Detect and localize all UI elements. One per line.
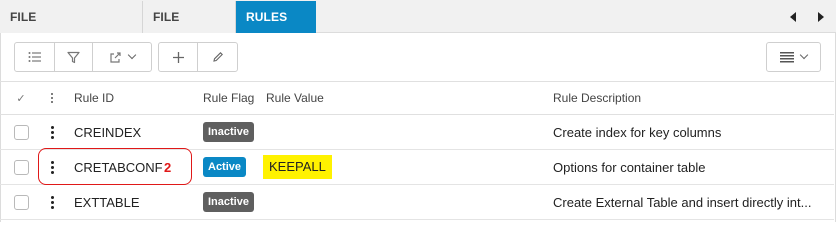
row-menu-icon[interactable] (44, 185, 60, 219)
rule-id: EXTTABLE (74, 194, 140, 210)
rule-flag-cell: Inactive (203, 115, 254, 149)
edit-rule-button[interactable] (198, 43, 237, 71)
row-menu-icon[interactable] (44, 115, 60, 149)
annotation-number: 2 (164, 160, 172, 175)
toolbar-view-group (766, 42, 821, 72)
rule-value: KEEPALL (263, 155, 332, 179)
chevron-left-icon[interactable] (790, 12, 796, 22)
rule-description-cell: Options for container table (553, 150, 831, 184)
filter-icon (67, 51, 80, 63)
list-icon (28, 52, 41, 62)
status-badge: Inactive (203, 192, 254, 212)
status-badge: Active (203, 157, 247, 177)
filter-button[interactable] (55, 43, 93, 71)
header-rule-flag[interactable]: Rule Flag (203, 82, 254, 114)
rule-description: Create index for key columns (553, 124, 722, 140)
table-header: ✓ Rule ID Rule Flag Rule Value Rule Desc… (0, 81, 834, 115)
rule-description: Options for container table (553, 159, 706, 175)
header-rule-id[interactable]: Rule ID (74, 82, 114, 114)
list-button[interactable] (15, 43, 55, 71)
rule-description-cell: Create External Table and insert directl… (553, 185, 831, 219)
chevron-right-icon[interactable] (818, 12, 824, 22)
status-badge: Inactive (203, 122, 254, 142)
view-menu-button[interactable] (767, 43, 820, 71)
rule-flag-cell: Inactive (203, 185, 254, 219)
tab-file-mapping[interactable]: FILE MAPPING (143, 1, 236, 56)
export-button[interactable] (93, 43, 151, 71)
view-menu-icon (780, 52, 794, 63)
header-rule-description[interactable]: Rule Description (553, 82, 831, 114)
row-checkbox[interactable] (13, 150, 29, 184)
export-icon (110, 51, 121, 63)
toolbar-edit-group (158, 42, 238, 72)
header-rule-value[interactable]: Rule Value (266, 82, 324, 114)
header-menu-icon[interactable] (44, 82, 60, 114)
table-row[interactable]: CREINDEX Inactive Create index for key c… (0, 115, 834, 150)
chevron-down-icon (799, 50, 809, 60)
table-row[interactable]: EXTTABLE Inactive Create External Table … (0, 185, 834, 220)
toolbar-left-group (14, 42, 152, 72)
rule-description: Create External Table and insert directl… (553, 194, 812, 210)
rule-flag-cell: Active (203, 150, 247, 184)
rule-description-cell: Create index for key columns (553, 115, 831, 149)
tab-bar: FILE CONFIGURATIONS FILE MAPPING RULES (0, 0, 836, 56)
rule-value-cell: KEEPALL (263, 150, 332, 184)
tab-rules[interactable]: RULES (236, 1, 316, 33)
chevron-down-icon (127, 50, 137, 60)
plus-icon (172, 51, 184, 63)
pencil-icon (212, 52, 223, 62)
row-checkbox[interactable] (13, 185, 29, 219)
row-checkbox[interactable] (13, 115, 29, 149)
rule-id: CREINDEX (74, 124, 142, 140)
select-all-checkmark[interactable]: ✓ (13, 82, 29, 114)
add-rule-button[interactable] (159, 43, 199, 71)
tab-file-configurations[interactable]: FILE CONFIGURATIONS (0, 1, 143, 56)
